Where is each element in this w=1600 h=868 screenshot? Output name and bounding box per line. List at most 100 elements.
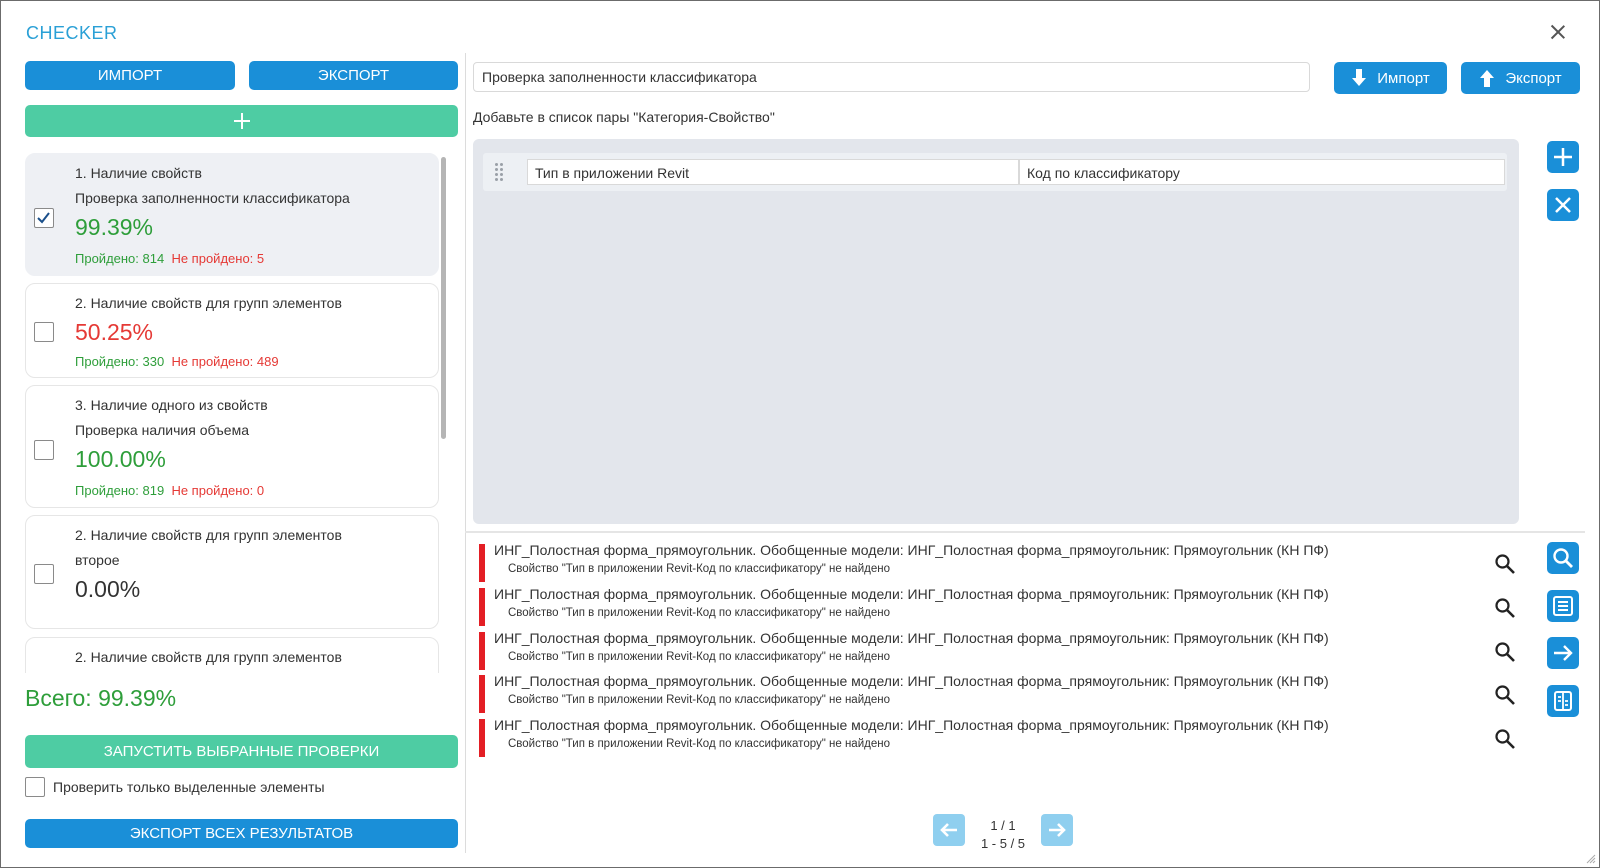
failed-count: Не пройдено: 5 [171,251,265,266]
check-stats: Пройдено: 814 Не пройдено: 5 [75,251,264,266]
result-row[interactable]: ИНГ_Полостная форма_прямоугольник. Обобщ… [479,717,1459,757]
next-result-button[interactable] [1547,637,1579,669]
result-element: ИНГ_Полостная форма_прямоугольник. Обобщ… [494,542,1329,558]
pair-row: Тип в приложении Revit Код по классифика… [483,153,1507,191]
check-title: 2. Наличие свойств для групп элементов [75,649,342,665]
add-check-button[interactable] [25,105,458,137]
result-message: Свойство "Тип в приложении Revit-Код по … [508,563,890,575]
error-marker [479,675,485,713]
list-results-button[interactable] [1547,590,1579,622]
export-all-button[interactable]: ЭКСПОРТ ВСЕХ РЕЗУЛЬТАТОВ [25,819,458,848]
failed-count: Не пройдено: 0 [171,483,265,498]
check-stats: Пройдено: 330 Не пройдено: 489 [75,354,279,369]
result-element: ИНГ_Полостная форма_прямоугольник. Обобщ… [494,673,1329,689]
result-row[interactable]: ИНГ_Полостная форма_прямоугольник. Обобщ… [479,542,1459,582]
pairs-panel: Тип в приложении Revit Код по классифика… [473,139,1519,524]
window-title: CHECKER [26,23,118,43]
arrow-up-icon [1480,70,1495,87]
check-percent: 0.00% [75,576,141,602]
close-icon[interactable] [1547,21,1569,43]
check-checkbox[interactable] [34,440,54,460]
panel-divider [465,53,466,853]
error-marker [479,588,485,626]
checker-window: CHECKER ИМПОРТ ЭКСПОРТ 1. Наличие свойст… [0,0,1600,868]
check-card[interactable]: 2. Наличие свойств для групп элементов 5… [25,283,439,378]
export-rule-label: Экспорт [1505,69,1562,87]
check-subtitle: второе [75,552,120,568]
check-checkbox[interactable] [34,322,54,342]
pair-category-field[interactable]: Тип в приложении Revit [527,159,1019,185]
search-icon[interactable] [1493,640,1517,664]
failed-count: Не пройдено: 489 [171,354,279,369]
check-percent: 50.25% [75,319,154,345]
import-rule-label: Импорт [1377,69,1430,87]
import-button[interactable]: ИМПОРТ [25,61,235,90]
rule-name-input[interactable]: Проверка заполненности классификатора [473,62,1310,92]
find-results-button[interactable] [1547,542,1579,574]
list-scrollbar[interactable] [441,157,446,439]
compare-icon [1554,691,1572,711]
check-checkbox[interactable] [34,564,54,584]
result-element: ИНГ_Полостная форма_прямоугольник. Обобщ… [494,630,1329,646]
check-checkbox[interactable] [34,208,54,228]
search-icon[interactable] [1493,683,1517,707]
result-message: Свойство "Тип в приложении Revit-Код по … [508,607,890,619]
check-stats: Пройдено: 819 Не пройдено: 0 [75,483,264,498]
check-card[interactable]: 2. Наличие свойств для групп элементов в… [25,515,439,629]
passed-count: Пройдено: 814 [75,251,165,266]
import-rule-button[interactable]: Импорт [1334,62,1447,94]
search-icon[interactable] [1493,596,1517,620]
plus-icon [1554,148,1572,166]
check-card[interactable]: 2. Наличие свойств для групп элементов [25,637,439,673]
arrow-right-icon [1554,645,1573,661]
result-row[interactable]: ИНГ_Полостная форма_прямоугольник. Обобщ… [479,630,1459,670]
results-divider [465,531,1585,533]
result-element: ИНГ_Полостная форма_прямоугольник. Обобщ… [494,586,1329,602]
passed-count: Пройдено: 330 [75,354,165,369]
check-title: 2. Наличие свойств для групп элементов [75,527,342,543]
total-percent: Всего: 99.39% [25,685,177,711]
result-message: Свойство "Тип в приложении Revit-Код по … [508,694,890,706]
only-selected-label: Проверить только выделенные элементы [53,779,325,795]
close-icon [1555,197,1571,213]
check-subtitle: Проверка наличия объема [75,422,249,438]
error-marker [479,719,485,757]
compare-results-button[interactable] [1547,685,1579,717]
check-subtitle: Проверка заполненности классификатора [75,190,350,206]
prev-page-button[interactable] [933,814,965,846]
passed-count: Пройдено: 819 [75,483,165,498]
check-title: 2. Наличие свойств для групп элементов [75,295,342,311]
result-message: Свойство "Тип в приложении Revit-Код по … [508,651,890,663]
check-title: 3. Наличие одного из свойств [75,397,268,413]
plus-icon [233,113,250,129]
search-icon[interactable] [1493,552,1517,576]
check-card[interactable]: 1. Наличие свойств Проверка заполненност… [25,153,439,276]
pairs-hint: Добавьте в список пары "Категория-Свойст… [473,109,775,125]
pair-property-field[interactable]: Код по классификатору [1019,159,1505,185]
drag-handle-icon[interactable] [495,163,505,181]
check-card[interactable]: 3. Наличие одного из свойств Проверка на… [25,385,439,508]
error-marker [479,544,485,582]
add-pair-button[interactable] [1547,141,1579,173]
arrow-down-icon [1352,69,1367,86]
check-title: 1. Наличие свойств [75,165,202,181]
search-icon [1553,548,1573,568]
next-page-button[interactable] [1041,814,1073,846]
result-element: ИНГ_Полостная форма_прямоугольник. Обобщ… [494,717,1329,733]
export-rule-button[interactable]: Экспорт [1461,62,1580,94]
range-indicator: 1 - 5 / 5 [980,836,1026,851]
run-checks-button[interactable]: ЗАПУСТИТЬ ВЫБРАННЫЕ ПРОВЕРКИ [25,735,458,768]
resize-grip-icon[interactable] [1586,854,1596,864]
list-icon [1553,596,1573,616]
page-indicator: 1 / 1 [990,818,1016,833]
result-row[interactable]: ИНГ_Полостная форма_прямоугольник. Обобщ… [479,586,1459,626]
export-button[interactable]: ЭКСПОРТ [249,61,458,90]
error-marker [479,632,485,670]
arrow-left-icon [940,823,957,837]
result-row[interactable]: ИНГ_Полостная форма_прямоугольник. Обобщ… [479,673,1459,713]
check-percent: 99.39% [75,214,154,240]
remove-pair-button[interactable] [1547,189,1579,221]
search-icon[interactable] [1493,727,1517,751]
check-percent: 100.00% [75,446,166,472]
only-selected-checkbox[interactable] [25,777,45,797]
